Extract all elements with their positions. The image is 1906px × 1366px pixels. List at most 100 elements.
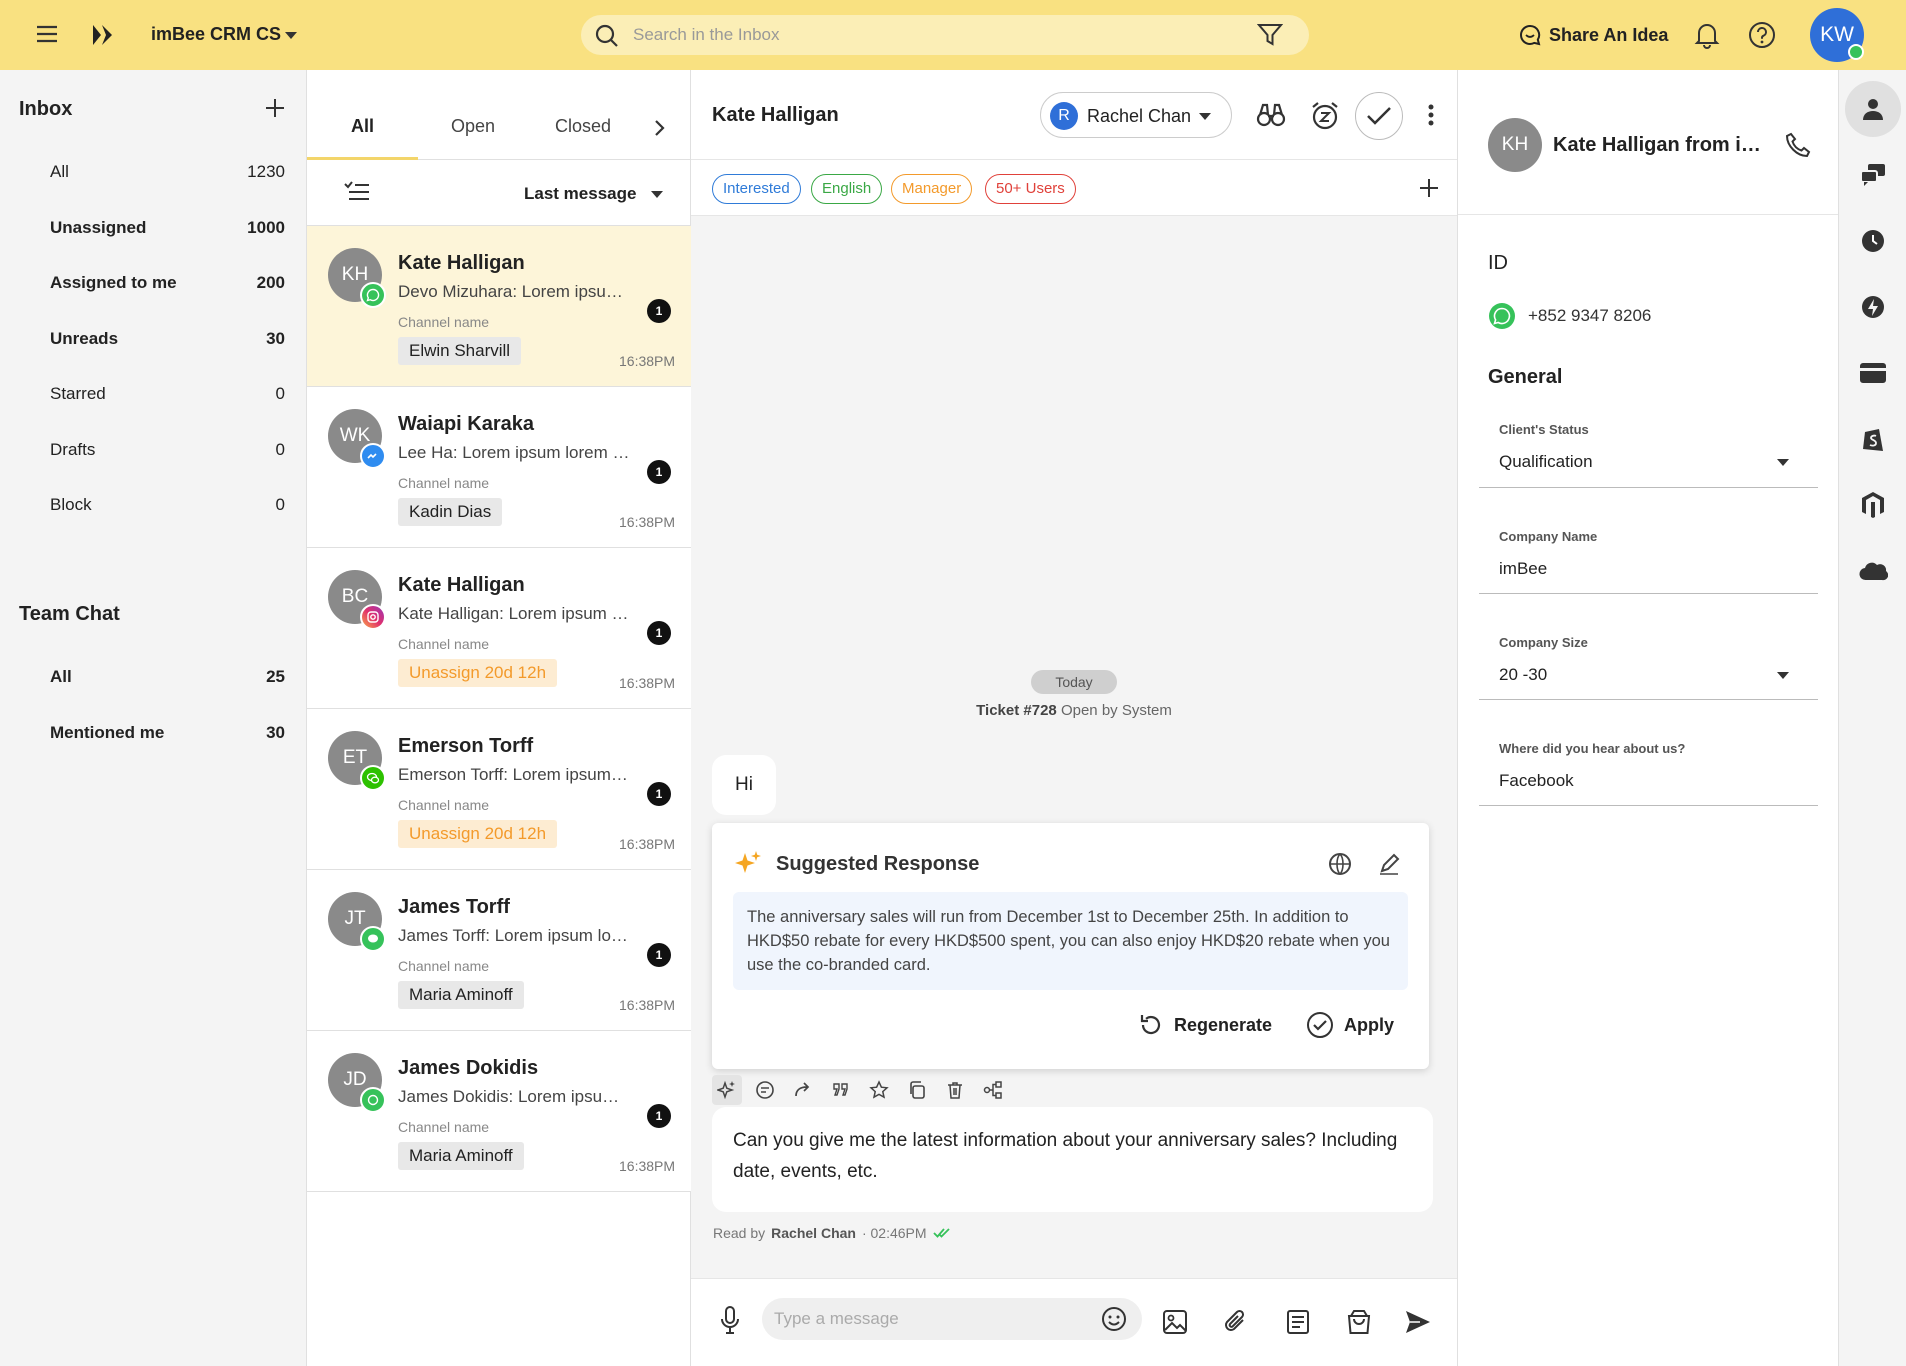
forward-icon[interactable]: [788, 1075, 818, 1105]
workspace-chevron-down-icon[interactable]: [284, 31, 298, 40]
sidebar-item-mentioned-me[interactable]: Mentioned me 30: [50, 723, 285, 743]
whatsapp-phone: +852 9347 8206: [1488, 302, 1651, 330]
sidebar-item-all[interactable]: All 1230: [50, 162, 285, 182]
imbee-logo-icon: [89, 22, 117, 48]
payment-card-icon[interactable]: [1853, 353, 1893, 393]
more-options-icon[interactable]: [1428, 104, 1434, 126]
conversations-icon[interactable]: [1853, 155, 1893, 195]
sidebar-item-block[interactable]: Block 0: [50, 495, 285, 515]
share-idea-button[interactable]: Share An Idea: [1519, 22, 1668, 48]
search-input[interactable]: [633, 25, 1233, 45]
regenerate-button[interactable]: Regenerate: [1138, 1009, 1272, 1041]
ai-sparkle-icon[interactable]: [712, 1075, 742, 1105]
assignee-dropdown[interactable]: R Rachel Chan: [1040, 92, 1232, 138]
translate-globe-icon[interactable]: [1327, 851, 1353, 877]
history-clock-icon[interactable]: [1853, 221, 1893, 261]
tab-closed[interactable]: Closed: [528, 116, 638, 137]
whatsapp-icon: [1488, 302, 1516, 330]
tag-50-users[interactable]: 50+ Users: [985, 174, 1076, 204]
sidebar-item-label: Unassigned: [50, 218, 147, 237]
inbox-search: [581, 15, 1309, 55]
apply-button[interactable]: Apply: [1306, 1009, 1394, 1041]
add-tag-icon[interactable]: [1418, 177, 1440, 199]
contact-name: James Dokidis: [398, 1057, 539, 1079]
conversation-item[interactable]: BC Kate Halligan Kate Halligan: Lorem ip…: [307, 548, 691, 709]
edit-icon[interactable]: [1376, 851, 1402, 877]
regenerate-label: Regenerate: [1174, 1014, 1273, 1035]
sidebar-item-drafts[interactable]: Drafts 0: [50, 440, 285, 460]
sort-list-icon[interactable]: [343, 181, 371, 203]
copy-icon[interactable]: [902, 1075, 932, 1105]
send-icon[interactable]: [1404, 1308, 1432, 1336]
workflow-icon[interactable]: [978, 1075, 1008, 1105]
image-icon[interactable]: [1162, 1309, 1188, 1335]
whatsapp-icon: [360, 282, 386, 308]
snooze-alarm-icon[interactable]: [1310, 101, 1340, 131]
ticket-status: Open by System: [1060, 702, 1172, 719]
shopping-bag-icon[interactable]: [1346, 1308, 1372, 1336]
ticket-number: Ticket #728: [976, 702, 1057, 719]
sort-dropdown[interactable]: Last message: [524, 184, 636, 204]
workspace-name[interactable]: imBee CRM CS: [151, 24, 281, 45]
referral-source-field[interactable]: Where did you hear about us? Facebook: [1479, 729, 1818, 806]
shopify-icon[interactable]: [1853, 419, 1893, 459]
sidebar-item-starred[interactable]: Starred 0: [50, 384, 285, 404]
sidebar-item-unreads[interactable]: Unreads 30: [50, 329, 285, 349]
hamburger-menu-icon[interactable]: [36, 24, 58, 44]
quote-icon[interactable]: [826, 1075, 856, 1105]
company-name-field[interactable]: Company Name imBee: [1479, 517, 1818, 594]
clients-status-field[interactable]: Client's Status Qualification: [1479, 410, 1818, 488]
conversation-item[interactable]: JD James Dokidis James Dokidis: Lorem ip…: [307, 1031, 691, 1192]
sidebar-item-unassigned[interactable]: Unassigned 1000: [50, 218, 285, 238]
user-avatar[interactable]: KW: [1810, 8, 1864, 62]
sort-chevron-down-icon[interactable]: [650, 190, 664, 199]
add-inbox-icon[interactable]: [264, 97, 286, 119]
emoji-icon[interactable]: [1101, 1306, 1127, 1332]
contact-name: James Torff: [398, 896, 510, 918]
message-input[interactable]: [774, 1309, 1094, 1329]
read-receipt-name: Rachel Chan: [771, 1225, 856, 1241]
read-receipt: Read by Rachel Chan · 02:46PM: [713, 1225, 951, 1241]
tag-manager[interactable]: Manager: [891, 174, 973, 204]
salesforce-cloud-icon[interactable]: [1853, 551, 1893, 591]
attachment-icon[interactable]: [1223, 1308, 1249, 1336]
template-icon[interactable]: [1285, 1309, 1311, 1335]
reply-comment-icon[interactable]: [750, 1075, 780, 1105]
conversation-item[interactable]: WK Waiapi Karaka Lee Ha: Lorem ipsum lor…: [307, 387, 691, 548]
star-icon[interactable]: [864, 1075, 894, 1105]
conversation-item[interactable]: KH Kate Halligan Devo Mizuhara: Lorem ip…: [307, 226, 691, 387]
delete-icon[interactable]: [940, 1075, 970, 1105]
filter-icon[interactable]: [1257, 22, 1283, 48]
conversation-item[interactable]: ET Emerson Torff Emerson Torff: Lorem ip…: [307, 709, 691, 870]
channel-name: Channel name: [398, 475, 490, 491]
close-ticket-button[interactable]: [1355, 92, 1403, 140]
inbox-heading: Inbox: [19, 98, 73, 120]
sidebar-item-count: 30: [266, 723, 285, 742]
tag-interested[interactable]: Interested: [712, 174, 801, 204]
team-chat-heading: Team Chat: [19, 603, 120, 625]
notification-bell-icon[interactable]: [1694, 21, 1720, 49]
channel-name: Channel name: [398, 314, 490, 330]
conversation-item[interactable]: JT James Torff James Torff: Lorem ipsum …: [307, 870, 691, 1031]
unread-badge: 1: [647, 943, 671, 967]
sidebar-item-assigned-to-me[interactable]: Assigned to me 200: [50, 273, 285, 293]
contact-full-name: Kate Halligan from imBee: [1553, 134, 1775, 156]
sidebar-item-team-all[interactable]: All 25: [50, 667, 285, 687]
tag-english[interactable]: English: [811, 174, 883, 204]
assignee-tag: Kadin Dias: [398, 498, 503, 526]
channel-name: Channel name: [398, 797, 490, 813]
contact-profile-icon[interactable]: [1845, 81, 1901, 137]
message-time: 16:38PM: [619, 1158, 676, 1174]
tab-all[interactable]: All: [307, 116, 418, 137]
binoculars-icon[interactable]: [1256, 102, 1286, 128]
tabs-chevron-right-icon[interactable]: [654, 119, 666, 137]
quick-action-icon[interactable]: [1853, 287, 1893, 327]
help-icon[interactable]: [1748, 21, 1776, 49]
message-time: 16:38PM: [619, 997, 676, 1013]
phone-call-icon[interactable]: [1785, 132, 1811, 158]
tab-open[interactable]: Open: [418, 116, 528, 137]
magento-icon[interactable]: [1853, 485, 1893, 525]
company-size-field[interactable]: Company Size 20 -30: [1479, 623, 1818, 700]
microphone-icon[interactable]: [719, 1305, 741, 1335]
incoming-message-bubble: Hi: [712, 755, 776, 815]
